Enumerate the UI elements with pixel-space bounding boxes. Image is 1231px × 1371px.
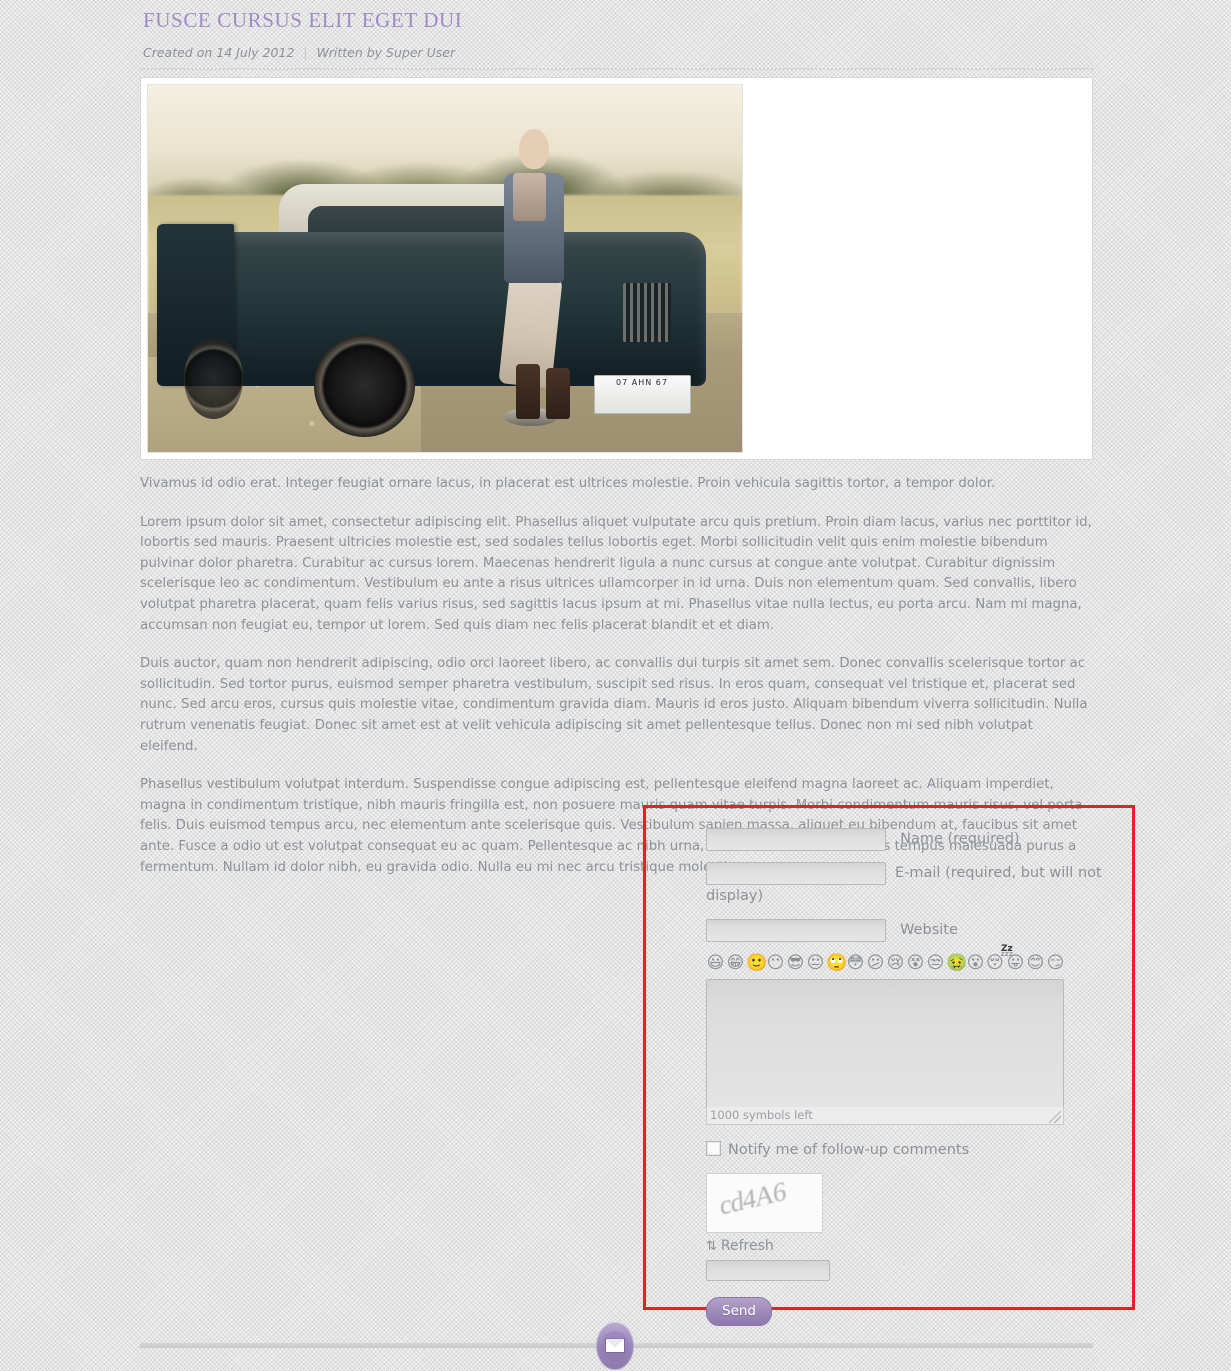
email-field-row: E-mail (required, but will not display): [706, 862, 1126, 908]
article-meta: Created on 14 July 2012 | Written by Sup…: [143, 45, 455, 60]
captcha-image: cd4A6: [706, 1173, 823, 1233]
smile-emoticon[interactable]: 🙂: [746, 954, 767, 973]
textarea-resize-handle[interactable]: [1049, 1111, 1061, 1123]
comment-textarea[interactable]: [706, 979, 1064, 1109]
photo-car-rear-wheel: [314, 334, 416, 438]
comment-form: Name (required) E-mail (required, but wi…: [706, 828, 1126, 1326]
article-paragraph: Vivamus id odio erat. Integer feugiat or…: [140, 476, 996, 491]
meta-separator: |: [303, 45, 308, 60]
straight-face-emoticon[interactable]: 😐: [806, 954, 825, 973]
dizzy-emoticon[interactable]: 😵: [906, 954, 925, 973]
sleeping-emoticon[interactable]: 😴: [986, 954, 1013, 973]
website-field-row: Website: [706, 919, 1126, 942]
emoticon-picker[interactable]: 😃 😁🙂😶 😎 😐🙄😳 😕 😢 😵 😒🤢😮😴😛 😊 😏 Zz: [706, 944, 1126, 977]
notify-checkbox[interactable]: [706, 1141, 721, 1156]
captcha-input[interactable]: [706, 1260, 830, 1281]
photo-license-plate: 07 AHN 67: [593, 374, 691, 414]
happy-emoticon[interactable]: 😊: [1026, 954, 1045, 973]
photo-car-front-wheel: [183, 338, 244, 419]
surprised-emoticon[interactable]: 😮: [966, 954, 985, 973]
neutral-smile-emoticon[interactable]: 😶: [766, 954, 785, 973]
article-page: FUSCE CURSUS ELIT EGET DUI Created on 14…: [0, 0, 1231, 1371]
symbol-counter-text: 1000 symbols left: [710, 1108, 813, 1122]
created-date: Created on 14 July 2012: [143, 45, 295, 60]
grin-emoticon[interactable]: 😃: [706, 954, 725, 973]
photo-car-taillights: [623, 283, 671, 342]
refresh-icon: ⇅: [706, 1239, 717, 1254]
photo-person-boot-left: [516, 363, 541, 419]
notify-row[interactable]: Notify me of follow-up comments: [706, 1141, 1126, 1159]
roll-eyes-emoticon[interactable]: 🙄: [826, 954, 847, 973]
website-field-label: Website: [900, 922, 958, 938]
name-input[interactable]: [706, 828, 886, 851]
email-input[interactable]: [706, 862, 886, 885]
frown-emoticon[interactable]: 😕: [866, 954, 885, 973]
article-paragraph: Lorem ipsum dolor sit amet, consectetur …: [140, 514, 1092, 633]
annoyed-emoticon[interactable]: 😒: [926, 954, 945, 973]
footer-divider-right: [634, 1343, 1093, 1348]
license-plate-text: 07 AHN 67: [616, 378, 668, 388]
name-field-row: Name (required): [706, 828, 1126, 851]
name-field-label: Name (required): [900, 831, 1020, 847]
blush-emoticon[interactable]: 😳: [846, 954, 865, 973]
refresh-label: Refresh: [720, 1238, 774, 1254]
smirk-emoticon[interactable]: 😏: [1046, 954, 1065, 973]
footer-contact-badge[interactable]: [596, 1322, 634, 1370]
captcha-value: cd4A6: [718, 1175, 787, 1221]
send-button[interactable]: Send: [706, 1297, 773, 1326]
laugh-emoticon[interactable]: 😁: [726, 954, 745, 973]
photo-person-head: [519, 129, 549, 170]
sick-emoticon[interactable]: 🤢: [946, 954, 967, 973]
cry-emoticon[interactable]: 😢: [886, 954, 905, 973]
captcha-text: cd4A6: [719, 1175, 786, 1221]
comment-form-highlight: Name (required) E-mail (required, but wi…: [643, 805, 1135, 1326]
symbol-counter: 1000 symbols left: [706, 1107, 1064, 1125]
article-author: Written by Super User: [316, 45, 456, 60]
website-input[interactable]: [706, 919, 886, 942]
photo-person-scarf: [513, 173, 546, 221]
article-paragraph: Duis auctor, quam non hendrerit adipisci…: [140, 656, 1088, 754]
cool-emoticon[interactable]: 😎: [786, 954, 805, 973]
tongue-emoticon[interactable]: 😛: [1006, 954, 1025, 973]
footer-divider-left: [140, 1343, 596, 1348]
sleep-zzz-marker: Zz: [1001, 944, 1013, 954]
refresh-captcha-button[interactable]: ⇅ Refresh: [706, 1238, 1126, 1254]
header-divider: [140, 68, 1093, 70]
envelope-icon: [605, 1338, 625, 1353]
page-title: FUSCE CURSUS ELIT EGET DUI: [143, 8, 463, 32]
photo-person-boot-right: [545, 367, 570, 419]
article-photo: 07 AHN 67: [147, 84, 743, 453]
notify-label: Notify me of follow-up comments: [728, 1142, 970, 1158]
